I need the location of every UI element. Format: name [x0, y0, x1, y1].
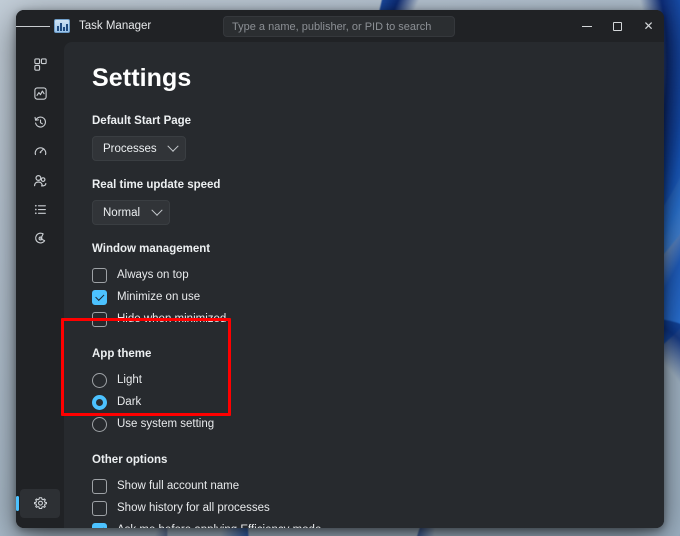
- section-real-time-update-speed: Real time update speed Normal: [92, 179, 664, 225]
- window-controls: ✕: [571, 10, 664, 42]
- title-bar: Task Manager ✕: [16, 10, 664, 42]
- performance-chart-icon: [33, 86, 48, 101]
- section-label: Default Start Page: [92, 115, 192, 127]
- chevron-down-icon: [167, 140, 179, 152]
- checkbox-hide-when-minimized[interactable]: [92, 311, 107, 327]
- checkbox-efficiency-mode-prompt[interactable]: [92, 522, 107, 528]
- task-manager-window: Task Manager ✕: [16, 10, 664, 528]
- checkbox-label: Hide when minimized: [117, 313, 227, 325]
- window-body: Settings Default Start Page Processes Re…: [16, 42, 664, 528]
- radio-label: Light: [117, 374, 142, 386]
- settings-content: Settings Default Start Page Processes Re…: [64, 42, 664, 528]
- dropdown-value: Processes: [103, 142, 157, 155]
- page-title: Settings: [92, 64, 192, 92]
- close-icon: ✕: [643, 19, 654, 33]
- navigation-sidebar: [16, 42, 64, 528]
- section-label: Window management: [92, 243, 211, 255]
- checkbox-minimize-on-use[interactable]: [92, 289, 107, 305]
- section-other-options: Other options Show full account name Sho…: [92, 454, 664, 528]
- desktop-background: Task Manager ✕: [0, 0, 680, 536]
- radio-dark[interactable]: [92, 394, 107, 410]
- checkbox-row-efficiency-mode-prompt[interactable]: Ask me before applying Efficiency mode: [92, 519, 664, 528]
- radio-light[interactable]: [92, 372, 107, 388]
- close-button[interactable]: ✕: [633, 10, 664, 42]
- radio-label: Use system setting: [117, 418, 215, 430]
- sidebar-item-app-history[interactable]: [20, 108, 60, 137]
- checkbox-label: Show history for all processes: [117, 502, 270, 514]
- update-speed-dropdown[interactable]: Normal: [92, 200, 170, 225]
- sidebar-item-processes[interactable]: [20, 50, 60, 79]
- radio-use-system-setting[interactable]: [92, 416, 107, 432]
- grid-icon: [33, 57, 48, 72]
- checkbox-show-full-account-name[interactable]: [92, 478, 107, 494]
- users-icon: [32, 173, 48, 189]
- radio-label: Dark: [117, 396, 142, 408]
- maximize-icon: [613, 21, 622, 31]
- checkbox-row-show-full-account-name[interactable]: Show full account name: [92, 475, 664, 497]
- section-window-management: Window management Always on top Minimize…: [92, 243, 664, 330]
- section-app-theme: App theme Light Dark Use system setting: [92, 348, 664, 435]
- sidebar-item-services[interactable]: [20, 224, 60, 253]
- sidebar-item-settings[interactable]: [16, 489, 60, 518]
- sidebar-item-startup-apps[interactable]: [20, 137, 60, 166]
- sidebar-item-performance[interactable]: [20, 79, 60, 108]
- checkbox-row-minimize-on-use[interactable]: Minimize on use: [92, 286, 664, 308]
- checkbox-row-show-history-all-processes[interactable]: Show history for all processes: [92, 497, 664, 519]
- minimize-button[interactable]: [571, 10, 602, 42]
- radio-row-light[interactable]: Light: [92, 369, 664, 391]
- hamburger-menu-icon[interactable]: [16, 10, 50, 42]
- search-input[interactable]: [232, 20, 446, 33]
- checkbox-label: Minimize on use: [117, 291, 201, 303]
- search-box[interactable]: [223, 16, 455, 37]
- radio-row-dark[interactable]: Dark: [92, 391, 664, 413]
- minimize-icon: [581, 25, 592, 27]
- checkbox-row-hide-when-minimized[interactable]: Hide when minimized: [92, 308, 664, 330]
- radio-row-use-system-setting[interactable]: Use system setting: [92, 413, 664, 435]
- maximize-button[interactable]: [602, 10, 633, 42]
- task-manager-chart-icon: [54, 19, 70, 33]
- chevron-down-icon: [151, 204, 163, 216]
- checkbox-label: Show full account name: [117, 480, 240, 492]
- window-title: Task Manager: [79, 20, 152, 32]
- list-icon: [33, 202, 48, 217]
- gauge-icon: [33, 144, 48, 159]
- section-label: Real time update speed: [92, 179, 221, 191]
- history-clock-icon: [33, 115, 48, 130]
- gear-icon: [33, 496, 48, 511]
- section-label: Other options: [92, 454, 168, 466]
- checkbox-label: Always on top: [117, 269, 189, 281]
- settings-inner: Settings Default Start Page Processes Re…: [64, 64, 664, 528]
- sidebar-settings-wrap: [16, 489, 60, 518]
- sidebar-item-details[interactable]: [20, 195, 60, 224]
- checkbox-row-always-on-top[interactable]: Always on top: [92, 264, 664, 286]
- services-gear-icon: [33, 231, 48, 246]
- sidebar-item-users[interactable]: [20, 166, 60, 195]
- section-default-start-page: Default Start Page Processes: [92, 115, 664, 161]
- default-start-page-dropdown[interactable]: Processes: [92, 136, 186, 161]
- checkbox-show-history-all-processes[interactable]: [92, 500, 107, 516]
- checkbox-always-on-top[interactable]: [92, 267, 107, 283]
- section-label: App theme: [92, 348, 152, 360]
- dropdown-value: Normal: [103, 206, 141, 219]
- checkbox-label: Ask me before applying Efficiency mode: [117, 524, 321, 528]
